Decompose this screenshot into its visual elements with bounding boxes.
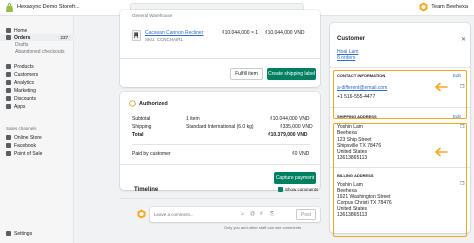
total-label: Total — [132, 132, 144, 138]
arrow-left-icon — [435, 147, 448, 157]
unfulfilled-card: General Warehouse Cacsean Cannon Recline… — [120, 10, 320, 87]
orders-count-badge: 237 — [58, 35, 70, 40]
attachment-icon[interactable]: ⎘ — [270, 211, 274, 217]
create-shipping-label-button[interactable]: Create shipping label — [267, 68, 316, 80]
beehexa-logo-icon — [419, 2, 428, 12]
sidebar-item-label: Facebook — [14, 142, 36, 149]
address-highlight — [333, 123, 467, 237]
orders-icon — [6, 35, 11, 40]
sidebar-item-label: Online Store — [14, 134, 42, 141]
sidebar-item-customers[interactable]: Customers — [0, 71, 74, 78]
sidebar-item-label: Discounts — [14, 95, 36, 102]
divider — [120, 58, 320, 59]
marketing-icon — [6, 88, 11, 93]
close-icon[interactable]: ✕ — [461, 36, 466, 43]
products-icon — [6, 64, 11, 69]
account-menu[interactable]: Team Beehexa — [419, 2, 468, 12]
divider — [120, 164, 320, 165]
team-name: Team Beehexa — [431, 4, 468, 10]
sidebar-item-home[interactable]: Home — [0, 27, 74, 34]
sidebar-item-drafts[interactable]: Drafts — [0, 41, 74, 48]
sidebar-item-apps[interactable]: Apps — [0, 103, 74, 110]
divider — [330, 67, 470, 68]
sidebar-item-label: Drafts — [15, 41, 29, 48]
beehexa-avatar-icon — [137, 209, 146, 219]
sidebar-item-label: Customers — [14, 71, 39, 78]
sidebar-item-label: Marketing — [14, 87, 36, 94]
gear-icon — [6, 231, 11, 236]
at-mention-icon[interactable]: @ — [250, 211, 255, 217]
analytics-icon — [6, 80, 11, 85]
customer-orders-link[interactable]: 8 orders — [337, 55, 355, 61]
sidebar-item-label: Home — [14, 27, 28, 34]
product-thumbnail — [132, 30, 141, 41]
shipping-method: Standard International (6.0 kg) — [186, 124, 254, 130]
fulfill-item-button[interactable]: Fulfill item — [230, 68, 263, 80]
sidebar-item-marketing[interactable]: Marketing — [0, 87, 74, 94]
emoji-icon[interactable]: ☺ — [240, 211, 245, 217]
shipping-value: ₫335,000 VND — [280, 124, 313, 130]
online-store-icon — [6, 135, 11, 140]
store-name[interactable]: Hexasync Demo Storefr... — [17, 4, 80, 10]
sidebar-item-analytics[interactable]: Analytics — [0, 79, 74, 86]
contact-information-highlight — [333, 70, 467, 119]
total-value: ₫10.379,000 VND — [268, 132, 308, 138]
paid-value: ₫0 VND — [292, 151, 310, 157]
show-comments-label: Show comments — [285, 187, 319, 192]
subtotal-value: ₫10.044,000 VND — [270, 116, 310, 122]
sidebar: Home Orders 237 Drafts Abandoned checkout… — [0, 16, 74, 243]
capture-payment-button[interactable]: Capture payment — [274, 172, 316, 184]
subtotal-label: Subtotal — [132, 116, 151, 122]
sidebar-item-label: Abandoned checkouts — [15, 48, 65, 55]
sidebar-item-abandoned-checkouts[interactable]: Abandoned checkouts — [0, 48, 74, 55]
paid-by-customer-label: Paid by customer — [132, 151, 171, 157]
apps-icon — [6, 104, 11, 109]
sidebar-item-label: Settings — [14, 230, 33, 237]
point-of-sale-icon — [6, 151, 11, 156]
chair-icon — [134, 32, 138, 39]
sidebar-item-point-of-sale[interactable]: Point of Sale — [0, 150, 74, 157]
sidebar-item-online-store[interactable]: Online Store — [0, 134, 74, 141]
product-link[interactable]: Cacsean Cannon Recliner — [145, 30, 203, 36]
product-sku: SKU: CCNCHAIR1 — [145, 37, 184, 42]
sidebar-item-label: Analytics — [14, 79, 35, 86]
discounts-icon — [6, 96, 11, 101]
arrow-left-icon — [435, 82, 448, 92]
location-label: General Warehouse — [132, 13, 173, 18]
main-content: General Warehouse Cacsean Cannon Recline… — [74, 10, 474, 243]
subtotal-items: 1 item — [186, 116, 200, 122]
show-comments-toggle[interactable]: Show comments — [278, 187, 318, 192]
unit-price: ₫10.044,000 × 1 — [222, 30, 259, 36]
payment-card: Authorized Subtotal 1 item ₫10.044,000 V… — [120, 92, 320, 190]
comment-input[interactable] — [154, 210, 224, 219]
sidebar-item-discounts[interactable]: Discounts — [0, 95, 74, 102]
divider — [120, 198, 320, 199]
divider — [132, 144, 310, 145]
sidebar-item-orders[interactable]: Orders 237 — [0, 34, 74, 41]
sidebar-item-label: Apps — [14, 103, 26, 110]
line-total: ₫10.044,000 VND — [265, 30, 305, 36]
timeline-title: Timeline — [134, 187, 159, 193]
sidebar-item-products[interactable]: Products — [0, 63, 74, 70]
hashtag-icon[interactable]: # — [260, 211, 263, 217]
customers-icon — [6, 72, 11, 77]
shipping-label: Shipping — [132, 124, 152, 130]
payment-status-icon — [129, 100, 136, 107]
sidebar-item-settings[interactable]: Settings — [0, 230, 74, 237]
sidebar-item-label: Products — [14, 63, 34, 70]
sales-channels-heading: Sales channels — [6, 126, 37, 131]
sidebar-item-facebook[interactable]: Facebook — [0, 142, 74, 149]
customer-title: Customer — [337, 36, 366, 42]
payment-status: Authorized — [139, 101, 168, 107]
checkbox-checked-icon[interactable] — [278, 187, 283, 192]
sidebar-item-label: Point of Sale — [14, 150, 43, 157]
sidebar-item-label: Orders — [14, 34, 31, 41]
post-button[interactable]: Post — [296, 209, 316, 220]
facebook-icon — [6, 143, 11, 148]
comments-note: Only you and other staff can see comment… — [224, 225, 302, 230]
home-icon — [6, 28, 11, 33]
comment-box: ☺ @ # ⎘ Post — [150, 207, 320, 222]
shopify-bag-icon[interactable] — [5, 3, 14, 13]
